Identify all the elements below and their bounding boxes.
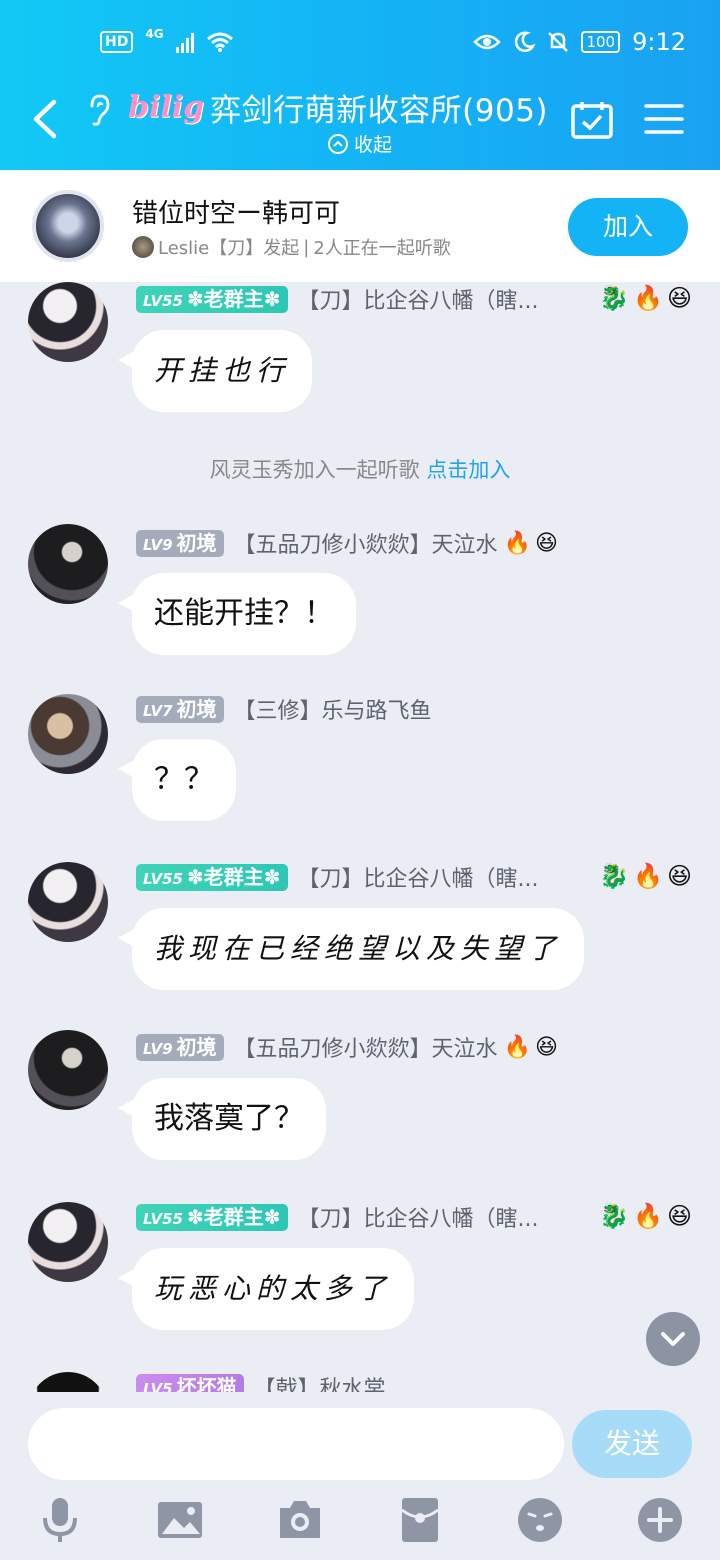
camera-icon[interactable] — [276, 1496, 324, 1544]
sender-name[interactable]: 【五品刀修小欻欻】天泣水 — [234, 1031, 498, 1063]
medal-icons: 🐉 🔥 😆 — [599, 862, 692, 890]
sender-row: LV55 ✽老群主✽ 【刀】比企谷八幡（瞎... — [136, 284, 538, 314]
level-badge: LV7 初境 — [136, 695, 224, 723]
sender-name[interactable]: 【戟】秋水棠 — [254, 1371, 386, 1392]
initiator-text: Leslie【刀】发起 — [158, 238, 300, 259]
fire-icon: 🔥 — [633, 1202, 663, 1230]
level-badge: LV5 坏坏猫 — [136, 1373, 244, 1392]
avatar[interactable] — [28, 694, 108, 774]
chevron-up-icon — [327, 134, 348, 154]
avatar[interactable] — [28, 862, 108, 942]
medal-icons: 🔥 😆 — [504, 1035, 558, 1060]
avatar[interactable] — [28, 1372, 108, 1392]
listener-count: 2人正在一起听歌 — [313, 238, 451, 259]
message-bubble[interactable]: 开挂也行 — [117, 330, 313, 412]
fire-icon: 🔥 — [633, 284, 663, 312]
song-cover[interactable] — [32, 190, 104, 262]
system-notice: 风灵玉秀加入一起听歌 点击加入 — [0, 454, 720, 484]
medal-icons: 🔥 😆 — [504, 531, 558, 556]
system-notice-text: 风灵玉秀加入一起听歌 — [209, 458, 420, 482]
level-badge: LV9 初境 — [136, 1033, 224, 1061]
sender-name[interactable]: 【刀】比企谷八幡（瞎... — [298, 861, 539, 893]
calendar-check-icon[interactable] — [570, 100, 614, 140]
message-bubble[interactable]: 还能开挂？！ — [118, 573, 356, 655]
status-bar-right: 100 9:12 — [473, 24, 686, 60]
status-bar-left: HD 4G — [100, 24, 234, 60]
chat-header: HD 4G 100 9:12 bilig 弈剑行萌新收容所(905) 收起 — [0, 0, 720, 170]
song-meta: Leslie【刀】发起 | 2人正在一起听歌 — [132, 234, 451, 260]
message-bubble[interactable]: 我落寞了？ — [118, 1078, 326, 1160]
sender-name[interactable]: 【五品刀修小欻欻】天泣水 — [234, 527, 498, 559]
wifi-icon — [206, 32, 233, 52]
sender-row: LV55 ✽老群主✽ 【刀】比企谷八幡（瞎... — [136, 1202, 538, 1232]
message-bubble[interactable]: 玩恶心的太多了 — [117, 1248, 415, 1330]
hd-indicator: HD — [100, 31, 134, 53]
join-link[interactable]: 点击加入 — [426, 458, 510, 482]
eye-comfort-icon — [473, 34, 502, 50]
plus-icon[interactable] — [636, 1496, 684, 1544]
level-badge: LV55 ✽老群主✽ — [136, 285, 288, 313]
fire-icon: 🔥 — [503, 530, 531, 556]
medal-icons: 🐉 🔥 😆 — [599, 284, 692, 312]
sender-row: LV9 初境 【五品刀修小欻欻】天泣水 🔥 😆 — [136, 1032, 558, 1062]
message-input[interactable] — [28, 1408, 564, 1480]
collapse-label: 收起 — [353, 134, 392, 156]
emoji-badge-icon: 😆 — [666, 862, 692, 890]
message-bubble[interactable]: ？？ — [118, 739, 236, 821]
clock: 9:12 — [632, 28, 686, 56]
level-badge: LV55 ✽老群主✽ — [136, 863, 288, 891]
message-list[interactable]: LV55 ✽老群主✽ 【刀】比企谷八幡（瞎... 🐉 🔥 😆 开挂也行 风灵玉秀加… — [0, 282, 720, 1392]
sender-name[interactable]: 【三修】乐与路飞鱼 — [234, 693, 432, 725]
emoji-badge-icon: 😆 — [534, 1034, 558, 1060]
sender-row: LV5 坏坏猫 【戟】秋水棠 — [136, 1372, 386, 1392]
title-row[interactable]: bilig 弈剑行萌新收容所(905) — [128, 82, 548, 132]
fire-icon: 🔥 — [503, 1034, 531, 1060]
scroll-to-bottom-button[interactable] — [646, 1312, 700, 1366]
mute-bell-icon — [548, 32, 569, 52]
avatar[interactable] — [28, 524, 108, 604]
emoji-badge-icon: 😆 — [666, 284, 692, 312]
separator: | — [303, 236, 310, 258]
dragon-icon: 🐉 — [599, 862, 630, 890]
level-badge: LV9 初境 — [136, 529, 224, 557]
sender-name[interactable]: 【刀】比企谷八幡（瞎... — [298, 283, 539, 315]
dragon-icon: 🐉 — [599, 284, 630, 312]
emoji-badge-icon: 😆 — [666, 1202, 692, 1230]
sender-row: LV9 初境 【五品刀修小欻欻】天泣水 🔥 😆 — [136, 528, 558, 558]
red-packet-icon[interactable] — [396, 1496, 444, 1544]
fire-icon: 🔥 — [633, 862, 663, 890]
chevron-down-icon — [661, 1332, 685, 1346]
song-title: 错位时空ー韩可可 — [132, 199, 341, 229]
image-icon[interactable] — [156, 1496, 204, 1544]
avatar[interactable] — [28, 282, 108, 362]
microphone-icon[interactable] — [36, 1496, 84, 1544]
message-bubble[interactable]: 我现在已经绝望以及失望了 — [117, 908, 585, 990]
sender-row: LV7 初境 【三修】乐与路飞鱼 — [136, 694, 432, 724]
group-title: 弈剑行萌新收容所(905) — [210, 92, 549, 129]
medal-icons: 🐉 🔥 😆 — [599, 1202, 692, 1230]
menu-icon[interactable] — [644, 102, 684, 136]
emoji-icon[interactable] — [516, 1496, 564, 1544]
moon-icon — [515, 31, 536, 53]
sender-row: LV55 ✽老群主✽ 【刀】比企谷八幡（瞎... — [136, 862, 538, 892]
battery-indicator: 100 — [581, 31, 621, 53]
signal-icon — [175, 31, 194, 53]
dragon-icon: 🐉 — [599, 1202, 630, 1230]
join-button[interactable]: 加入 — [568, 198, 688, 256]
sender-name[interactable]: 【刀】比企谷八幡（瞎... — [298, 1201, 539, 1233]
avatar[interactable] — [28, 1030, 108, 1110]
level-badge: LV55 ✽老群主✽ — [136, 1203, 288, 1231]
avatar — [132, 236, 154, 258]
network-type: 4G — [145, 27, 164, 41]
avatar[interactable] — [28, 1202, 108, 1282]
ear-icon[interactable] — [84, 92, 114, 128]
emoji-badge-icon: 😆 — [534, 530, 558, 556]
group-logo: bilig — [128, 89, 205, 125]
send-button[interactable]: 发送 — [572, 1410, 692, 1478]
